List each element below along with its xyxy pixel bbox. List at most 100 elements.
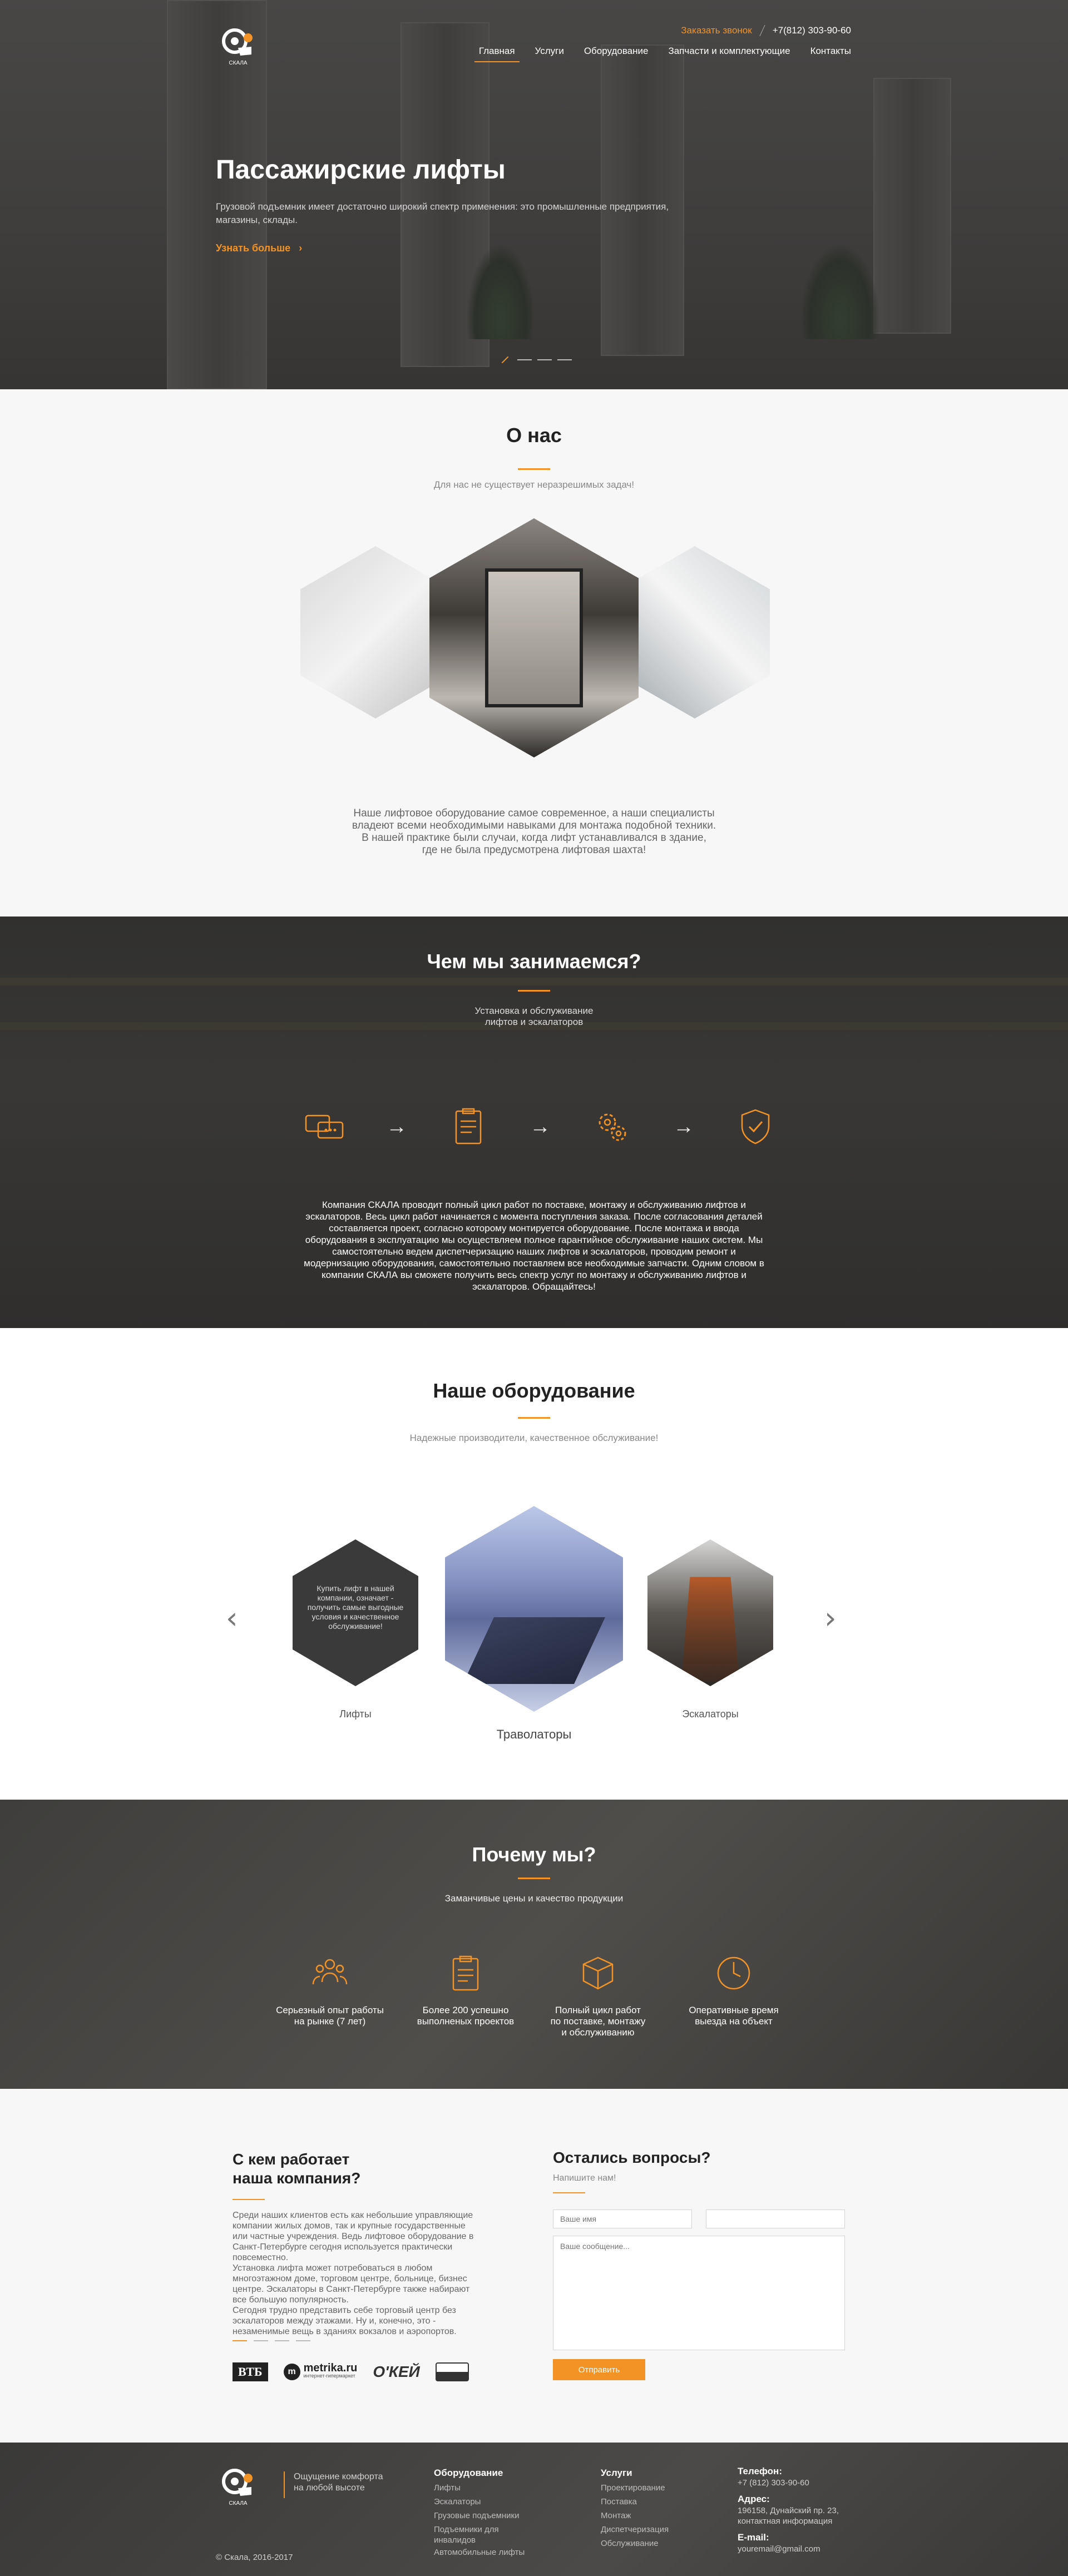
- footer-col-title: Оборудование: [434, 2468, 503, 2478]
- slider-dot[interactable]: [296, 2340, 310, 2341]
- footer-link[interactable]: Проектирование: [601, 2481, 669, 2495]
- name-input[interactable]: [553, 2210, 692, 2228]
- services-steps: → → →: [305, 1107, 775, 1147]
- nav-item-equipment[interactable]: Оборудование: [584, 46, 649, 62]
- services-text-line: модернизацию оборудования, самостоятельн…: [304, 1258, 764, 1269]
- equipment-card-lifts[interactable]: Купить лифт в нашей компании, означает -…: [293, 1539, 418, 1686]
- callback-link[interactable]: Заказать звонок: [681, 25, 751, 36]
- overlay-line: Купить лифт в нашей: [317, 1584, 394, 1593]
- elevator-photo-right: [620, 546, 770, 719]
- escalator-steps: [681, 1577, 740, 1682]
- document-icon: [448, 1107, 488, 1147]
- equipment-label[interactable]: Лифты: [293, 1708, 418, 1720]
- about-subtitle: Для нас не существует неразрешимых задач…: [433, 479, 635, 490]
- clients-text-line: Санкт-Петербурге сегодня используется пр…: [233, 2242, 453, 2252]
- footer-address-line: 196158, Дунайский пр. 23,: [738, 2506, 839, 2515]
- top-bar: Заказать звонок +7(812) 303-90-60: [681, 24, 851, 37]
- equipment-section: Наше оборудование Надежные производители…: [0, 1328, 1068, 1800]
- nav-item-services[interactable]: Услуги: [535, 46, 564, 62]
- services-text-line: эскалаторов. Весь цикл работ начинается …: [305, 1211, 763, 1222]
- why-item-line: выезда на объект: [695, 2016, 773, 2027]
- clients-text-line: центре. Эскалаторы в Санкт-Петербурге та…: [233, 2285, 470, 2294]
- nav-item-parts[interactable]: Запчасти и комплектующие: [668, 46, 790, 62]
- form-title: Остались вопросы?: [553, 2149, 711, 2166]
- title-underline: [518, 1877, 550, 1879]
- about-text-line: владеют всеми необходимыми навыками для …: [352, 820, 716, 831]
- why-item-line: Оперативные время: [689, 2005, 779, 2015]
- clients-title-line: С кем работает: [233, 2151, 350, 2168]
- submit-button[interactable]: Отправить: [553, 2359, 645, 2380]
- footer-link[interactable]: Обслуживание: [601, 2537, 669, 2550]
- divider: [759, 24, 765, 37]
- hero-section: СКАЛА Заказать звонок +7(812) 303-90-60 …: [0, 0, 1068, 389]
- title-underline: [553, 2192, 585, 2193]
- message-input[interactable]: [553, 2236, 845, 2350]
- footer-link[interactable]: Грузовые подъемники: [434, 2509, 525, 2523]
- footer-link[interactable]: Подъемники для: [434, 2524, 525, 2535]
- logo-icon[interactable]: СКАЛА: [216, 24, 260, 67]
- title-underline: [518, 990, 550, 992]
- svg-text:СКАЛА: СКАЛА: [229, 60, 247, 66]
- equipment-label[interactable]: Эскалаторы: [647, 1708, 773, 1720]
- footer-phone[interactable]: +7 (812) 303-90-60: [738, 2478, 839, 2488]
- clients-text-line: Установка лифта может потребоваться в лю…: [233, 2263, 433, 2273]
- overlay-line: компании, означает -: [317, 1593, 394, 1602]
- footer-link[interactable]: Монтаж: [601, 2509, 669, 2523]
- services-text: Компания СКАЛА проводит полный цикл рабо…: [267, 1199, 801, 1292]
- learn-more-link[interactable]: Узнать больше ›: [216, 242, 302, 254]
- arrow-right-icon: →: [386, 1114, 407, 1138]
- footer: СКАЛА Ощущение комфорта на любой высоте …: [0, 2443, 1068, 2576]
- elevator-photo-left: [300, 546, 451, 719]
- clients-text-line: все большую популярность.: [233, 2295, 349, 2305]
- footer-link[interactable]: Диспетчеризация: [601, 2523, 669, 2537]
- header-phone[interactable]: +7(812) 303-90-60: [773, 25, 851, 36]
- footer-link[interactable]: Эскалаторы: [434, 2495, 525, 2509]
- equipment-title: Наше оборудование: [433, 1379, 635, 1402]
- slider-dot[interactable]: [517, 359, 532, 360]
- nav-item-home[interactable]: Главная: [474, 46, 520, 62]
- svg-text:СКАЛА: СКАЛА: [229, 2500, 247, 2506]
- equipment-card-escalators[interactable]: [647, 1539, 773, 1686]
- slider-dot[interactable]: [537, 359, 552, 360]
- footer-link[interactable]: Автомобильные лифты: [434, 2545, 525, 2559]
- slider-dots: [501, 356, 572, 364]
- services-text-line: составляется проект, согласно которому м…: [329, 1223, 739, 1233]
- footer-link[interactable]: Поставка: [601, 2495, 669, 2509]
- why-item-line: Более 200 успешно: [422, 2005, 509, 2015]
- slider-dot[interactable]: [275, 2340, 289, 2341]
- contact-input[interactable]: [706, 2210, 845, 2228]
- okey-logo: О'КЕЙ: [373, 2363, 420, 2380]
- equipment-card-travolators[interactable]: [445, 1506, 623, 1712]
- metrika-icon: m: [283, 2364, 300, 2380]
- services-subtitle-line: Установка и обслуживание: [474, 1005, 594, 1016]
- chevron-right-icon[interactable]: ›: [824, 1601, 837, 1636]
- footer-link[interactable]: Лифты: [434, 2481, 525, 2495]
- chevron-left-icon[interactable]: ‹: [226, 1601, 238, 1636]
- slider-dot[interactable]: [233, 2340, 247, 2341]
- slider-dot[interactable]: [557, 359, 572, 360]
- clipboard-icon: [452, 1955, 479, 1991]
- about-title: О нас: [506, 424, 562, 447]
- elevator-cabin: [485, 568, 583, 707]
- footer-email[interactable]: youremail@gmail.com: [738, 2544, 839, 2554]
- clients-text-line: компании жилых домов, так и крупные госу…: [233, 2221, 466, 2231]
- services-text-line: эскалаторов. Обращайтесь!: [472, 1281, 596, 1292]
- footer-services: Услуги Проектирование Поставка Монтаж Ди…: [601, 2466, 669, 2550]
- footer-equipment: Оборудование Лифты Эскалаторы Грузовые п…: [434, 2466, 525, 2559]
- overlay-line: получить самые выгодные: [307, 1603, 404, 1612]
- services-title: Чем мы занимаемся?: [427, 950, 641, 973]
- why-title: Почему мы?: [472, 1843, 596, 1866]
- gears-icon: [592, 1107, 632, 1147]
- services-text-line: Компания СКАЛА проводит полный цикл рабо…: [322, 1200, 746, 1210]
- form-subtitle: Напишите нам!: [553, 2173, 616, 2183]
- nav-item-contacts[interactable]: Контакты: [810, 46, 851, 62]
- slider-dot[interactable]: [254, 2340, 268, 2341]
- clients-text-line: эскалаторов между этажами. Ну и, конечно…: [233, 2316, 436, 2326]
- footer-col-title: Адрес:: [738, 2494, 770, 2504]
- metrika-logo: m metrika.ru интернет-гипермаркет: [283, 2362, 357, 2380]
- why-item-line: Серьезный опыт работы: [276, 2005, 384, 2015]
- vtb-logo: ВТБ: [233, 2362, 268, 2381]
- equipment-label[interactable]: Траволаторы: [445, 1727, 623, 1742]
- logo-icon[interactable]: СКАЛА: [216, 2465, 260, 2507]
- footer-link[interactable]: инвалидов: [434, 2535, 525, 2545]
